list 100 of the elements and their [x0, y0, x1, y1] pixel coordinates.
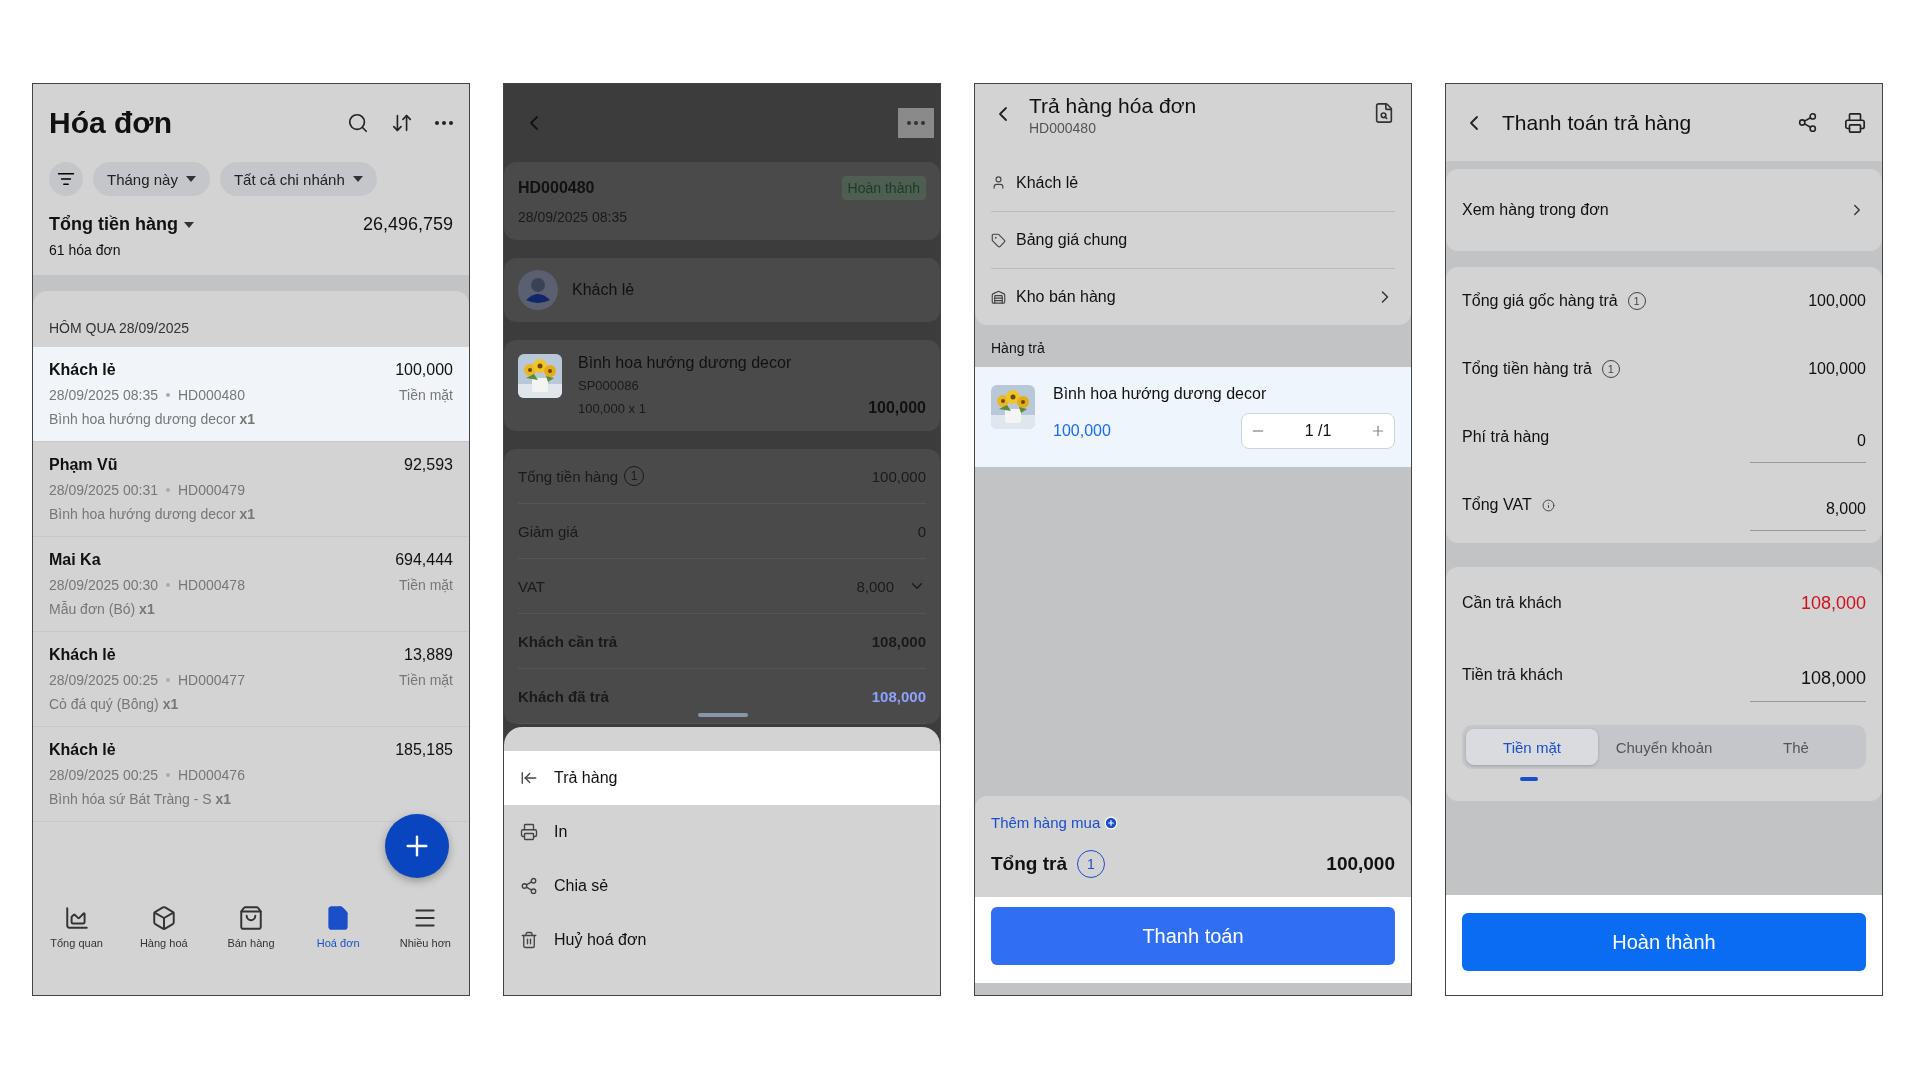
due-label: Cần trả khách: [1462, 594, 1562, 612]
sheet-item[interactable]: Chia sẻ: [504, 859, 940, 913]
invoice-amount: 92,593: [404, 456, 453, 474]
filter-chip[interactable]: Tất cả chi nhánh: [219, 162, 377, 196]
paid-input[interactable]: 108,000: [1750, 648, 1866, 702]
add-purchase-link[interactable]: Thêm hàng mua: [991, 814, 1119, 831]
page-title: Trả hàng hóa đơn: [1029, 94, 1197, 118]
nav-tab[interactable]: Tổng quan: [40, 904, 113, 995]
tag-icon: [991, 232, 1006, 248]
filter-icon: [57, 170, 75, 188]
sheet-item[interactable]: Trả hàng: [504, 751, 940, 805]
invoice-code: HD000480: [1029, 120, 1097, 136]
total-value: 108,000: [871, 687, 926, 705]
person-icon: [991, 175, 1006, 190]
search-icon: [347, 112, 369, 134]
nav-tab[interactable]: Bán hàng: [214, 904, 287, 995]
nav-tab[interactable]: Hàng hoá: [127, 904, 200, 995]
invoice-datetime: 28/09/2025 00:25: [49, 672, 158, 688]
product-name: Bình hoa hướng dương decor: [578, 354, 793, 372]
customer-name: Mai Ka: [49, 551, 101, 569]
sheet-item[interactable]: In: [504, 805, 940, 859]
document-icon: [1373, 102, 1395, 124]
invoice-amount: 13,889: [404, 646, 453, 664]
bag-icon: [237, 905, 264, 931]
quantity-value: 1 /1: [1304, 422, 1332, 440]
invoice-amount: 185,185: [395, 741, 453, 759]
printer-icon: [520, 823, 538, 841]
caret-icon: [352, 176, 363, 182]
total-value: 100,000: [1326, 853, 1395, 875]
plus-icon: [1104, 815, 1119, 830]
invoice-code: HD000480: [518, 179, 595, 197]
invoice-amount: 100,000: [395, 361, 453, 379]
print-button[interactable]: [1844, 111, 1866, 134]
filter-button[interactable]: [49, 162, 83, 196]
amount-input[interactable]: 0: [1750, 411, 1866, 463]
nav-tab[interactable]: Hoá đơn: [302, 904, 375, 995]
customer-name: Khách lẻ: [49, 646, 116, 664]
nav-tab[interactable]: Nhiều hơn: [389, 904, 462, 995]
page-title: Thanh toán trả hàng: [1502, 110, 1692, 135]
invoice-code: HD000478: [178, 577, 245, 593]
amount-label: Tổng VAT: [1462, 496, 1532, 514]
filter-chip[interactable]: Tháng này: [93, 162, 210, 196]
chart-icon: [63, 905, 90, 931]
sheet-item[interactable]: Huỷ hoá đơn: [504, 913, 940, 967]
more-icon: [435, 121, 453, 125]
page-title: Hóa đơn: [49, 106, 172, 140]
summary-label: Tổng tiền hàng: [49, 214, 178, 235]
line-total: 100,000: [868, 399, 926, 417]
invoice-amount: 694,444: [395, 551, 453, 569]
due-value: 108,000: [1800, 592, 1866, 614]
customer-name: Khách lẻ: [49, 361, 116, 379]
checkout-button[interactable]: Thanh toán: [991, 907, 1395, 965]
invoice-code: HD000476: [178, 767, 245, 783]
method-tab[interactable]: Thẻ: [1730, 729, 1862, 765]
more-button[interactable]: [435, 121, 453, 125]
caret-icon: [185, 176, 196, 182]
sort-button[interactable]: [391, 112, 413, 134]
search-button[interactable]: [347, 112, 369, 134]
product-price: 100,000: [1053, 422, 1111, 440]
selected-indicator: [1520, 777, 1539, 781]
payment-method: Tiền mặt: [399, 387, 453, 403]
method-tab[interactable]: Chuyển khoản: [1598, 729, 1730, 765]
sort-icon: [391, 112, 413, 134]
info-row[interactable]: Kho bán hàng: [991, 268, 1395, 325]
invoice-code: HD000479: [178, 482, 245, 498]
view-items-label: Xem hàng trong đơn: [1462, 201, 1609, 219]
product-name: Bình hoa hướng dương decor: [1053, 385, 1268, 403]
payment-method: Tiền mặt: [399, 672, 453, 688]
view-items-row[interactable]: Xem hàng trong đơn: [1446, 169, 1882, 251]
paid-label: Tiền trả khách: [1462, 666, 1563, 684]
info-label: Khách lẻ: [1016, 173, 1079, 192]
printer-icon: [1844, 111, 1866, 134]
invoice-info-button[interactable]: [1373, 102, 1395, 124]
invoice-code: HD000477: [178, 672, 245, 688]
section-label: Hàng trả: [991, 340, 1045, 356]
customer-name: Khách lẻ: [49, 741, 116, 759]
invoice-code: HD000480: [178, 387, 245, 403]
share-icon: [1797, 112, 1818, 133]
amount-input[interactable]: 8,000: [1750, 479, 1866, 531]
info-icon: [1541, 498, 1555, 512]
info-row[interactable]: Khách lẻ: [991, 154, 1395, 211]
invoice-item: Bình hoa hướng dương decor x1: [49, 411, 257, 427]
invoice-count: 61 hóa đơn: [49, 242, 121, 258]
payment-method: Tiền mặt: [399, 577, 453, 593]
share-button[interactable]: [1797, 112, 1818, 133]
box-icon: [150, 905, 177, 931]
more-icon: [907, 121, 925, 125]
invoice-datetime: 28/09/2025 00:25: [49, 767, 158, 783]
amount-label: Tổng tiền hàng trả: [1462, 360, 1592, 378]
customer-name: Khách lẻ: [572, 281, 635, 299]
method-tab[interactable]: Tiền mặt: [1466, 729, 1598, 765]
trash-icon: [520, 931, 538, 949]
invoice-item: Bình hóa sứ Bát Tràng - S x1: [49, 791, 233, 807]
invoice-datetime: 28/09/2025 08:35: [49, 387, 158, 403]
amount-label: Tổng giá gốc hàng trả: [1462, 292, 1618, 310]
amount-value: 100,000: [1808, 292, 1866, 310]
info-row[interactable]: Bảng giá chung: [991, 211, 1395, 268]
invoice-row[interactable]: Khách lẻ 100,000 28/09/2025 08:35 HD000480 Tiền mặt Bình hoa hướng dương decor x1: [33, 347, 469, 442]
complete-button[interactable]: Hoàn thành: [1462, 913, 1866, 971]
caret-icon: [184, 221, 194, 228]
